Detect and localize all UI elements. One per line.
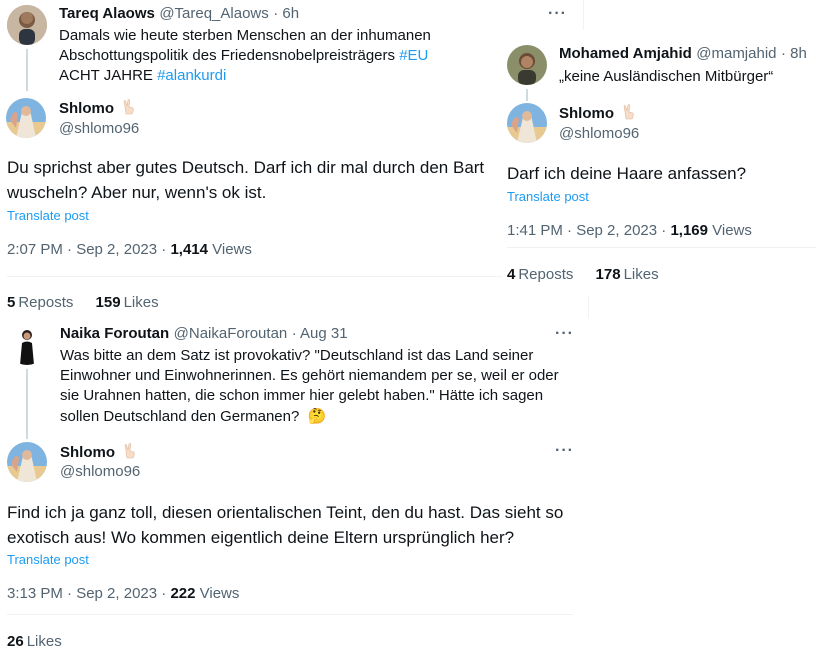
more-options-icon[interactable]: ···: [548, 5, 567, 23]
avatar-mohamed[interactable]: [507, 45, 547, 85]
post-time[interactable]: · Aug 31: [292, 325, 348, 342]
column-divider: [588, 296, 589, 318]
author-handle[interactable]: @mamjahid: [696, 45, 776, 62]
likes-label: Likes: [123, 294, 159, 311]
divider: [507, 247, 816, 248]
reposts-stat[interactable]: 4 Reposts: [507, 266, 573, 283]
avatar-tareq[interactable]: [7, 5, 47, 45]
hashtag-alankurdi[interactable]: #alankurdi: [157, 67, 226, 84]
thinking-face-icon: 🤔: [307, 407, 327, 425]
views-count: 1,414: [170, 241, 208, 258]
quoted-text: Was bitte an dem Satz ist provokativ? "D…: [60, 346, 570, 427]
reposts-stat[interactable]: 5 Reposts: [7, 294, 73, 311]
views-label: Views: [195, 585, 240, 602]
quoted-text: Damals wie heute sterben Menschen an der…: [59, 26, 459, 86]
author-handle[interactable]: @NaikaForoutan: [174, 325, 288, 342]
timestamp-text: 2:07 PM · Sep 2, 2023 ·: [7, 241, 171, 258]
reposts-label: Reposts: [518, 266, 574, 283]
author-handle[interactable]: @shlomo96: [59, 120, 139, 137]
author-name[interactable]: Shlomo: [60, 444, 115, 461]
reposts-label: Reposts: [18, 294, 74, 311]
avatar-tareq-icon: [7, 5, 47, 45]
likes-label: Likes: [623, 266, 659, 283]
post-timestamp[interactable]: 3:13 PM · Sep 2, 2023 · 222 Views: [7, 585, 239, 602]
avatar-shlomo-icon: [507, 103, 547, 143]
reply-header: Shlomo: [59, 98, 138, 118]
post-timestamp[interactable]: 1:41 PM · Sep 2, 2023 · 1,169 Views: [507, 222, 752, 239]
post-stats: 4 Reposts 178 Likes: [507, 266, 677, 283]
post-timestamp[interactable]: 2:07 PM · Sep 2, 2023 · 1,414 Views: [7, 241, 252, 258]
translate-post-link[interactable]: Translate post: [7, 208, 89, 223]
translate-post-link[interactable]: Translate post: [507, 189, 589, 204]
views-label: Views: [707, 222, 752, 239]
column-divider: [583, 0, 584, 30]
avatar-shlomo[interactable]: [6, 98, 46, 138]
quoted-header: Mohamed Amjahid @mamjahid · 8h: [559, 45, 807, 63]
post-stats: 26 Likes: [7, 633, 80, 650]
timestamp-text: 1:41 PM · Sep 2, 2023 ·: [507, 222, 671, 239]
post-time[interactable]: · 8h: [781, 45, 807, 62]
likes-label: Likes: [26, 633, 62, 650]
likes-stat[interactable]: 26 Likes: [7, 633, 62, 650]
quoted-text-part: ACHT JAHRE: [59, 67, 158, 84]
author-handle[interactable]: @shlomo96: [60, 463, 140, 480]
quoted-header: Tareq Alaows @Tareq_Alaows · 6h: [59, 5, 299, 23]
views-count: 1,169: [670, 222, 708, 239]
views-count: 222: [170, 585, 196, 602]
post-time[interactable]: · 6h: [273, 5, 299, 22]
reply-header: Shlomo: [559, 103, 638, 123]
quoted-header: Naika Foroutan @NaikaForoutan · Aug 31: [60, 325, 348, 343]
post-text: Du sprichst aber gutes Deutsch. Darf ich…: [7, 158, 485, 202]
views-label: Views: [207, 241, 252, 258]
thread-line: [26, 369, 28, 439]
author-name[interactable]: Shlomo: [559, 105, 614, 122]
quoted-text-part: Damals wie heute sterben Menschen an der…: [59, 27, 431, 64]
timestamp-text: 3:13 PM · Sep 2, 2023 ·: [7, 585, 171, 602]
divider: [7, 276, 502, 277]
likes-stat[interactable]: 178 Likes: [596, 266, 659, 283]
post-stats: 5 Reposts 159 Likes: [7, 294, 177, 311]
author-name[interactable]: Tareq Alaows: [59, 5, 155, 22]
likes-count: 159: [95, 294, 121, 311]
peace-hand-icon: [624, 104, 635, 120]
hashtag-eu[interactable]: #EU: [399, 47, 428, 64]
reply-header: Shlomo: [60, 442, 139, 462]
avatar-naika-icon: [7, 325, 47, 365]
author-name[interactable]: Shlomo: [59, 100, 114, 117]
likes-stat[interactable]: 159 Likes: [96, 294, 159, 311]
likes-count: 26: [7, 633, 24, 650]
divider: [7, 614, 573, 615]
author-name[interactable]: Mohamed Amjahid: [559, 45, 692, 62]
author-name[interactable]: Naika Foroutan: [60, 325, 169, 342]
peace-hand-icon: [125, 443, 136, 459]
more-options-icon[interactable]: ···: [555, 442, 574, 460]
translate-post-link[interactable]: Translate post: [7, 552, 89, 567]
avatar-shlomo-icon: [6, 98, 46, 138]
thread-line: [26, 49, 28, 91]
quoted-text: „keine Ausländischen Mitbürger“: [559, 68, 774, 85]
thread-line: [526, 89, 528, 101]
avatar-shlomo[interactable]: [507, 103, 547, 143]
likes-count: 178: [595, 266, 621, 283]
avatar-shlomo[interactable]: [7, 442, 47, 482]
avatar-naika[interactable]: [7, 325, 47, 365]
peace-hand-icon: [124, 99, 135, 115]
post-text: Darf ich deine Haare anfassen?: [507, 164, 747, 183]
avatar-mohamed-icon: [507, 45, 547, 85]
reposts-count: 5: [7, 294, 16, 311]
post-text: Find ich ja ganz toll, diesen orientalis…: [7, 503, 564, 547]
author-handle[interactable]: @Tareq_Alaows: [159, 5, 268, 22]
author-handle[interactable]: @shlomo96: [559, 125, 639, 142]
avatar-shlomo-icon: [7, 442, 47, 482]
more-options-icon[interactable]: ···: [555, 325, 574, 343]
reposts-count: 4: [507, 266, 516, 283]
